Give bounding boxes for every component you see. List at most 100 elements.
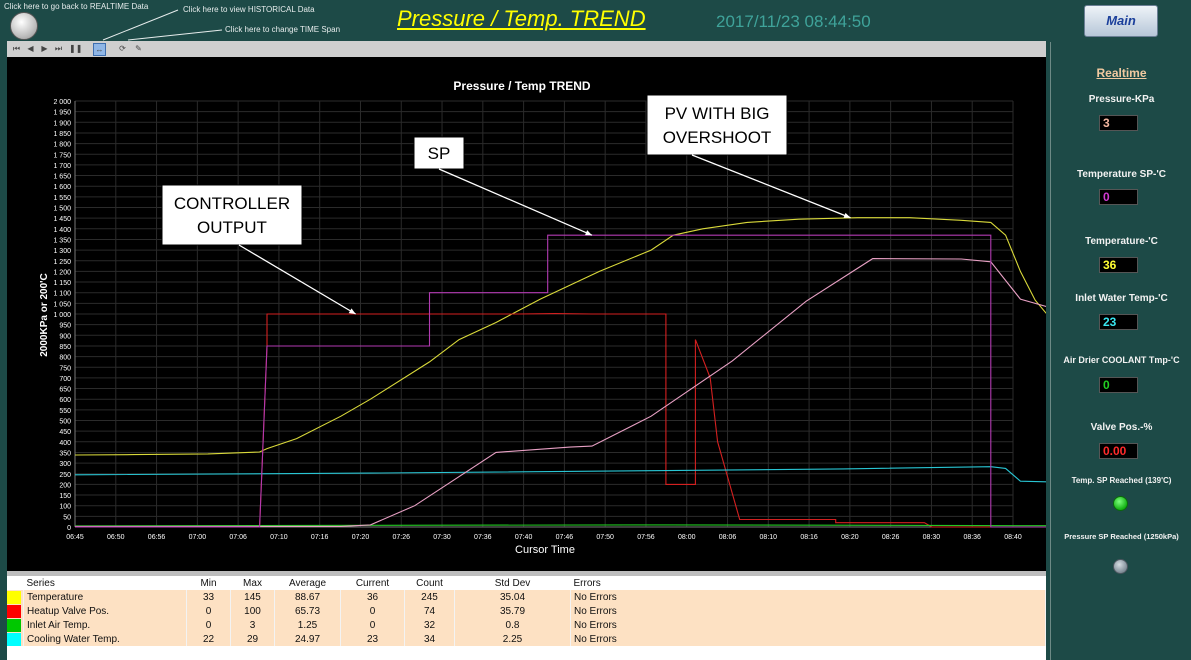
series-name: Inlet Air Temp. [23,618,187,632]
col-std-dev: Std Dev [494,577,531,589]
series-statistics-table: Series Min Max Average Current Count Std… [7,576,1046,660]
x-tick-label: 08:36 [963,534,981,541]
chart-x-label: Cursor Time [515,544,575,556]
temp-sp-reached-label: Temp. SP Reached (139'C) [1071,476,1172,485]
stat-count: 245 [404,590,455,604]
temp-sp-label: Temperature SP-'C [1077,169,1166,180]
x-tick-label: 07:30 [433,534,451,541]
y-tick-label: 200 [59,482,71,489]
x-tick-label: 07:20 [352,534,370,541]
x-tick-label: 06:56 [148,534,166,541]
x-tick-label: 07:40 [515,534,533,541]
y-tick-label: 250 [59,472,71,479]
y-tick-label: 400 [59,440,71,447]
stat-errors: No Errors [570,618,1046,632]
stats-row[interactable]: Heatup Valve Pos. 0 100 65.73 0 74 35.79 No Err… [7,604,1046,618]
y-tick-label: 600 [59,397,71,404]
stat-min: 0 [186,604,231,618]
stat-std: 35.04 [454,590,571,604]
valve-pos-label: Valve Pos.-% [1090,422,1153,433]
x-tick-label: 08:26 [882,534,900,541]
temp-sp-reached-indicator [1113,496,1128,511]
y-tick-label: 100 [59,504,71,511]
y-tick-label: 850 [59,344,71,351]
y-tick-label: 1 950 [53,110,71,117]
rewind-start-icon[interactable]: ⏮ [11,43,22,54]
pause-icon[interactable]: ❚❚ [69,43,82,54]
stat-std: 2.25 [454,632,571,646]
datetime-display: 2017/11/23 08:44:50 [716,12,871,31]
valve-pos-value: 0.00 [1099,443,1138,459]
pressure-label: Pressure-KPa [1088,94,1155,105]
chart-toolbar: ⏮ ◀ ▶ ⏭ ❚❚ ↔ ⟳ ✎ [7,41,1046,58]
stat-max: 3 [230,618,275,632]
stat-cur: 0 [340,618,405,632]
y-tick-label: 1 900 [53,120,71,127]
x-tick-label: 08:06 [719,534,737,541]
realtime-link[interactable]: Realtime [1051,66,1191,80]
x-tick-label: 07:16 [311,534,329,541]
pressure-sp-reached-label: Pressure SP Reached (1250kPa) [1064,532,1179,541]
y-tick-label: 500 [59,419,71,426]
y-tick-label: 1 050 [53,301,71,308]
annotation-text: PV WITH BIG [665,104,770,123]
y-tick-label: 1 100 [53,291,71,298]
pressure-sp-reached-indicator [1113,559,1128,574]
stat-errors: No Errors [570,632,1046,646]
y-tick-label: 1 550 [53,195,71,202]
stats-row[interactable]: Temperature 33 145 88.67 36 245 35.04 No Errors [7,590,1046,604]
y-tick-label: 150 [59,493,71,500]
y-tick-label: 50 [63,514,71,521]
x-tick-label: 08:10 [760,534,778,541]
refresh-icon[interactable]: ⟳ [117,43,128,54]
y-tick-label: 1 150 [53,280,71,287]
stat-min: 0 [186,618,231,632]
y-tick-label: 1 350 [53,237,71,244]
y-tick-label: 750 [59,365,71,372]
annotation-text: SP [428,144,451,163]
zoom-fit-icon[interactable]: ↔ [93,43,106,56]
y-tick-label: 1 800 [53,142,71,149]
series-line-temperature [74,217,1191,456]
y-tick-label: 1 650 [53,174,71,181]
series-color-swatch [7,632,24,646]
y-tick-label: 1 300 [53,248,71,255]
x-tick-label: 07:06 [229,534,247,541]
stat-avg: 65.73 [274,604,341,618]
stat-count: 32 [404,618,455,632]
col-errors: Errors [573,577,601,589]
stat-errors: No Errors [570,604,1046,618]
series-line-cooling-water-temp [74,466,1191,483]
y-tick-label: 650 [59,387,71,394]
temperature-label: Temperature-'C [1085,236,1158,247]
chart-y-label: 2000KPa or 200'C [39,273,50,357]
y-tick-label: 800 [59,355,71,362]
y-tick-label: 1 400 [53,227,71,234]
col-series: Series [26,577,55,589]
fast-forward-icon[interactable]: ⏭ [53,43,64,54]
x-tick-label: 08:00 [678,534,696,541]
step-forward-icon[interactable]: ▶ [39,43,50,54]
stat-max: 145 [230,590,275,604]
trend-chart-panel[interactable]: 0 50 100 150 200 250 300 350 400 450 500 550 600 650 7… [7,57,1191,571]
col-count: Count [416,577,443,589]
stats-row[interactable]: Cooling Water Temp. 22 29 24.97 23 34 2.25 No E… [7,632,1046,646]
hint-timespan: Click here to change TIME Span [225,25,341,34]
main-button[interactable]: Main [1084,5,1158,37]
air-drier-label: Air Drier COOLANT Tmp-'C [1063,355,1180,365]
stat-cur: 36 [340,590,405,604]
x-tick-label: 07:46 [556,534,574,541]
step-back-icon[interactable]: ◀ [25,43,36,54]
col-min: Min [200,577,217,589]
stat-min: 22 [186,632,231,646]
y-tick-label: 1 850 [53,131,71,138]
annotation-text: CONTROLLER [174,194,290,213]
annotation-text: OVERSHOOT [663,128,772,147]
settings-icon[interactable]: ✎ [133,43,144,54]
stat-std: 35.79 [454,604,571,618]
x-tick-label: 07:36 [474,534,492,541]
stats-row[interactable]: Inlet Air Temp. 0 3 1.25 0 32 0.8 No Errors [7,618,1046,632]
stat-min: 33 [186,590,231,604]
annotation-text: OUTPUT [197,218,267,237]
stat-errors: No Errors [570,590,1046,604]
